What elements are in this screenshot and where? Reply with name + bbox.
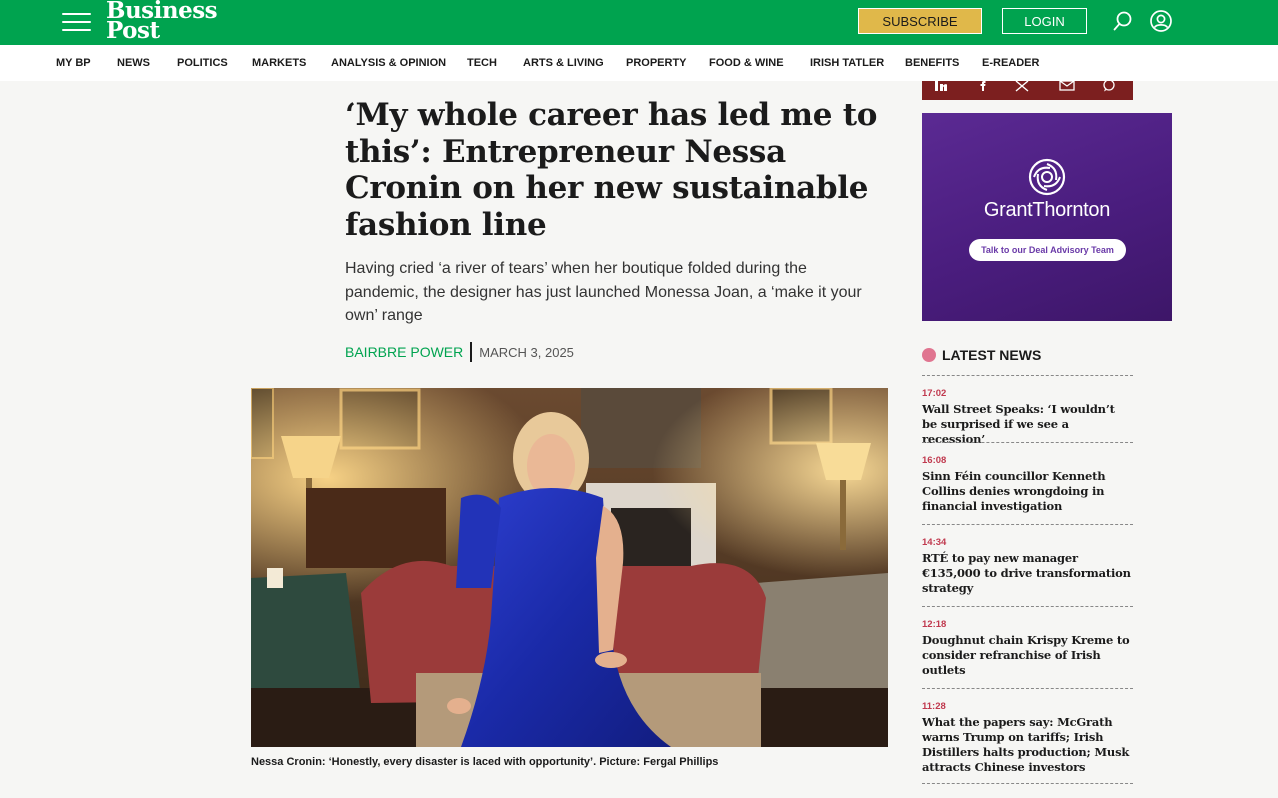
news-time: 14:34 (922, 537, 947, 548)
byline-divider (470, 342, 473, 362)
nav-item-my-bp[interactable]: MY BP (56, 57, 91, 69)
author-link[interactable]: BAIRBRE POWER (345, 344, 463, 360)
news-headline[interactable]: Sinn Féin councillor Kenneth Collins den… (922, 469, 1133, 514)
linkedin-icon[interactable] (932, 81, 950, 93)
grant-thornton-logo-icon (1028, 158, 1066, 196)
nav-item-irish-tatler[interactable]: IRISH TATLER (810, 57, 884, 69)
nav-item-tech[interactable]: TECH (467, 57, 497, 69)
news-time: 17:02 (922, 388, 947, 399)
nav-item-food-wine[interactable]: FOOD & WINE (709, 57, 784, 69)
image-caption: Nessa Cronin: ‘Honestly, every disaster … (251, 756, 719, 768)
latest-news-item[interactable]: 17:02 Wall Street Speaks: ‘I wouldn’t be… (922, 375, 1133, 446)
live-dot-icon (922, 348, 936, 362)
news-headline[interactable]: RTÉ to pay new manager €135,000 to drive… (922, 551, 1133, 596)
share-bar (922, 81, 1133, 100)
news-time: 12:18 (922, 619, 947, 630)
nav-item-markets[interactable]: MARKETS (252, 57, 306, 69)
nav-item-benefits[interactable]: BENEFITS (905, 57, 959, 69)
nav-item-analysis-opinion[interactable]: ANALYSIS & OPINION (331, 57, 446, 69)
latest-news-item[interactable]: 12:18 Doughnut chain Krispy Kreme to con… (922, 606, 1133, 688)
ad-cta-button[interactable]: Talk to our Deal Advisory Team (969, 239, 1126, 261)
news-headline[interactable]: What the papers say: McGrath warns Trump… (922, 715, 1133, 775)
latest-news-item[interactable]: 11:28 What the papers say: McGrath warns… (922, 688, 1133, 784)
top-bar: Business Post SUBSCRIBE LOGIN (0, 0, 1278, 45)
latest-news-item[interactable]: 14:34 RTÉ to pay new manager €135,000 to… (922, 524, 1133, 606)
nav-item-arts-living[interactable]: ARTS & LIVING (523, 57, 604, 69)
latest-news-heading: LATEST NEWS (922, 347, 1041, 363)
news-headline[interactable]: Doughnut chain Krispy Kreme to consider … (922, 633, 1133, 678)
byline: BAIRBRE POWER MARCH 3, 2025 (345, 342, 574, 362)
whatsapp-icon[interactable] (1100, 81, 1118, 93)
news-time: 16:08 (922, 455, 947, 466)
ad-brand-name: GrantThornton (983, 199, 1111, 221)
article-standfirst: Having cried ‘a river of tears’ when her… (345, 260, 862, 324)
menu-icon[interactable] (62, 11, 91, 33)
advertisement-banner[interactable]: GrantThornton Talk to our Deal Advisory … (922, 113, 1172, 321)
latest-news-title: LATEST NEWS (942, 347, 1042, 363)
x-icon[interactable] (1013, 81, 1031, 93)
nav-item-e-reader[interactable]: E-READER (982, 57, 1039, 69)
search-icon[interactable] (1111, 9, 1135, 33)
article-headline: ‘My whole career has led me to this’: En… (345, 97, 878, 243)
nav-item-news[interactable]: NEWS (117, 57, 150, 69)
news-headline[interactable]: Wall Street Speaks: ‘I wouldn’t be surpr… (922, 402, 1133, 447)
account-icon[interactable] (1149, 9, 1173, 33)
latest-news-item[interactable]: 16:08 Sinn Féin councillor Kenneth Colli… (922, 442, 1133, 524)
main-nav: MY BP NEWS POLITICS MARKETS ANALYSIS & O… (0, 45, 1278, 81)
nav-item-politics[interactable]: POLITICS (177, 57, 228, 69)
facebook-icon[interactable] (974, 81, 992, 93)
news-time: 11:28 (922, 701, 946, 712)
publish-date: MARCH 3, 2025 (479, 344, 574, 360)
subscribe-button[interactable]: SUBSCRIBE (858, 8, 982, 34)
article-hero-image (251, 388, 888, 747)
email-icon[interactable] (1058, 81, 1076, 93)
nav-item-property[interactable]: PROPERTY (626, 57, 687, 69)
login-button[interactable]: LOGIN (1002, 8, 1087, 34)
logo-line-2: Post (106, 17, 160, 44)
site-logo[interactable]: Business Post (106, 0, 218, 44)
